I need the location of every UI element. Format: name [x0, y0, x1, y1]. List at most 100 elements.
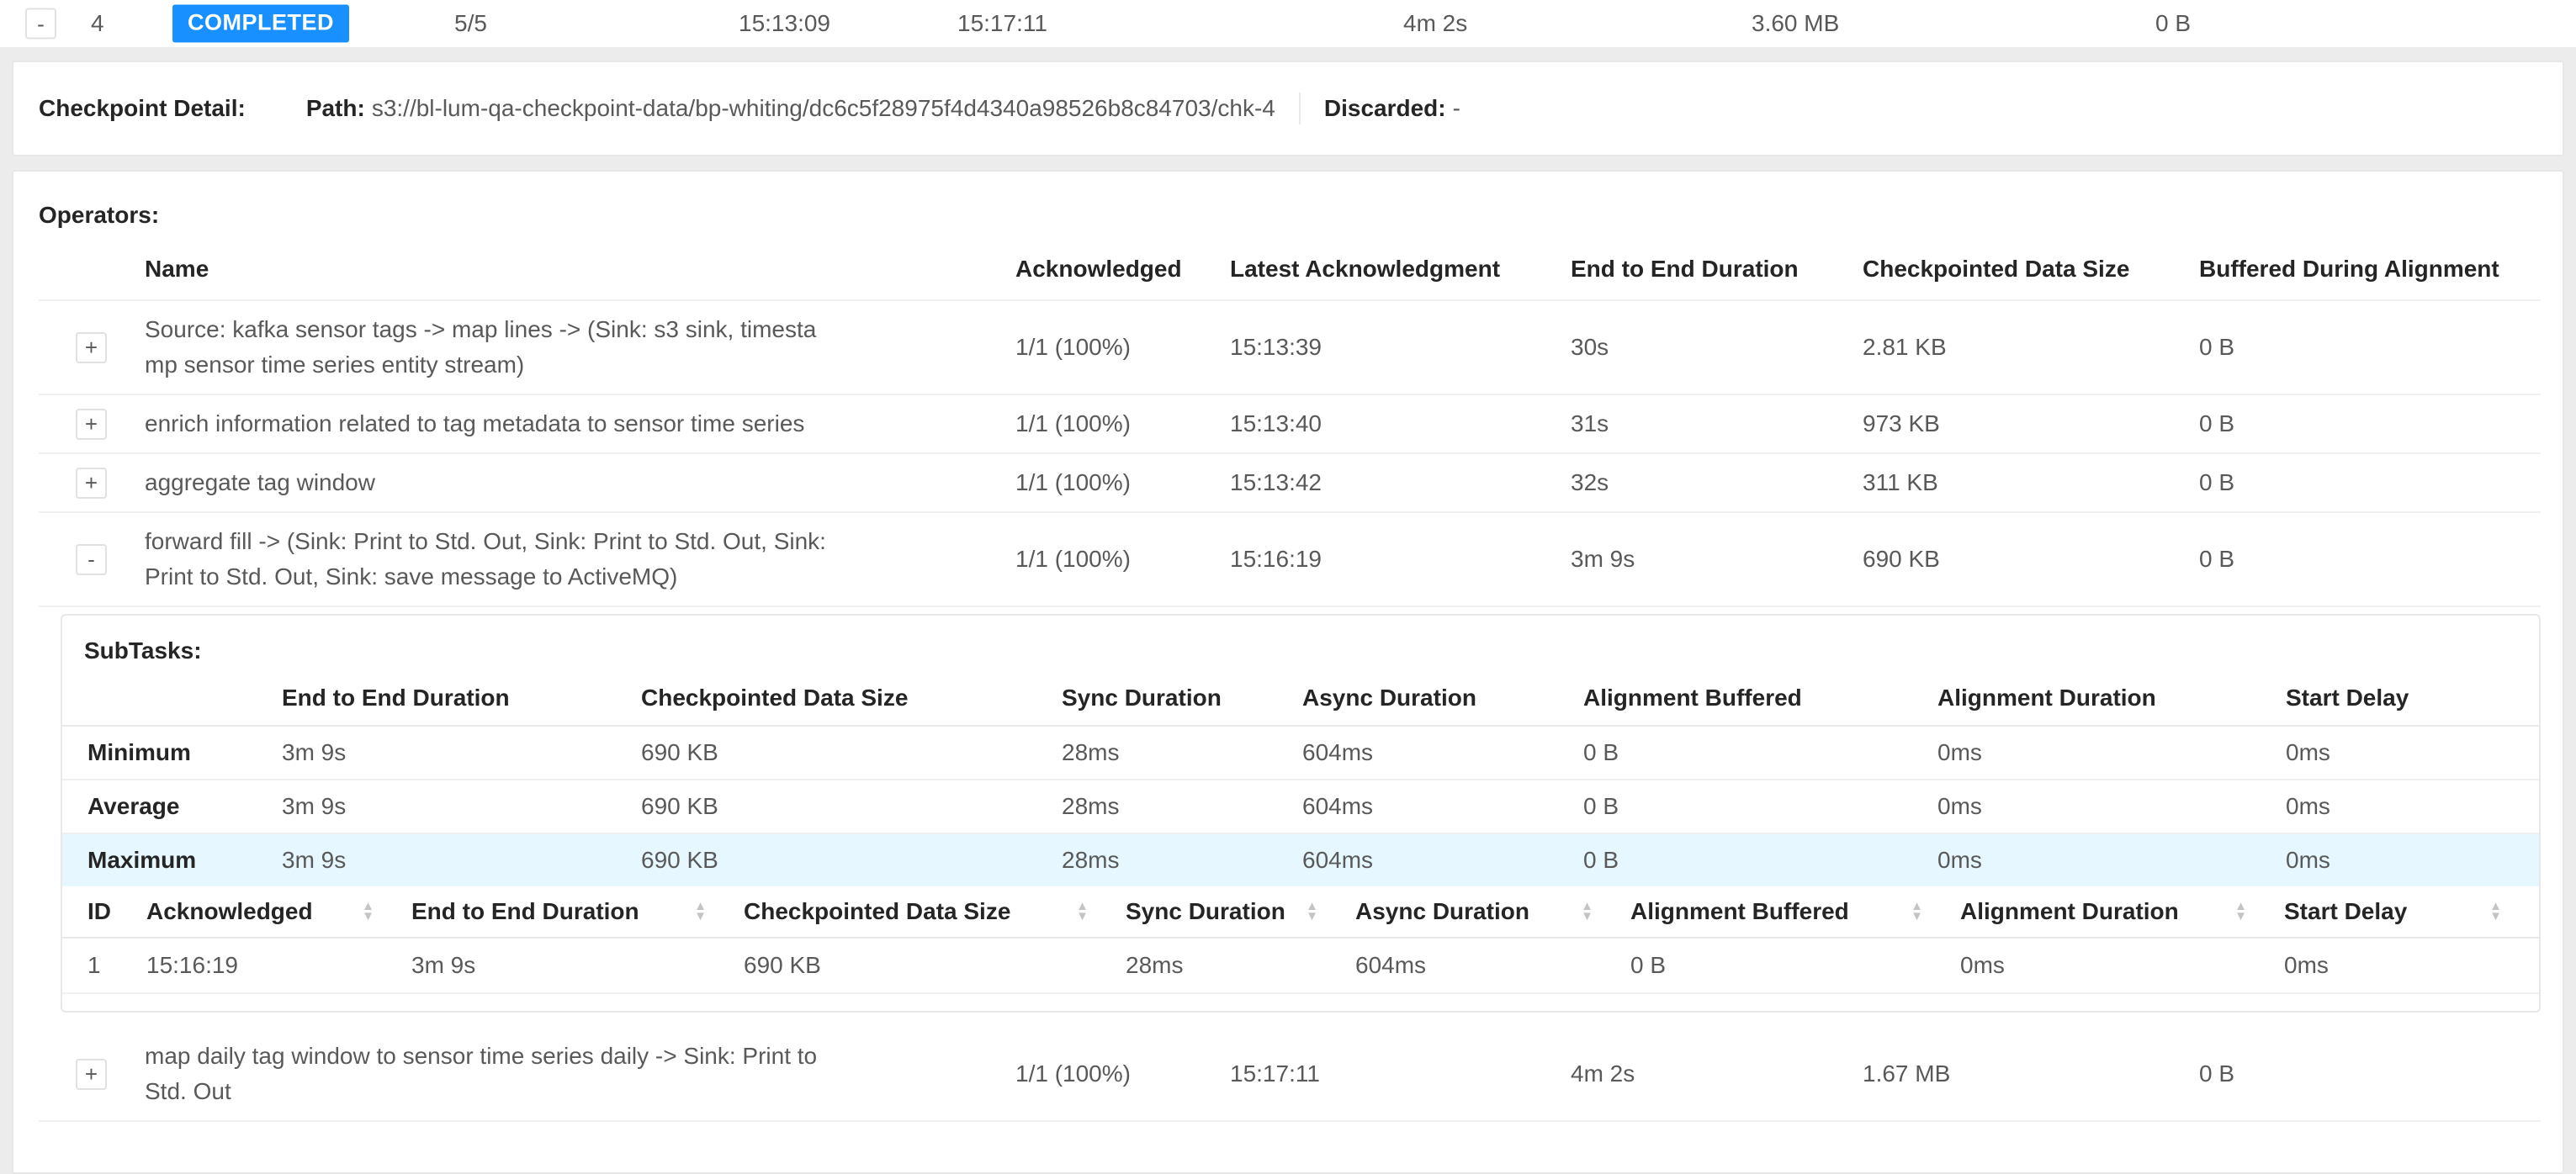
subtask-acknowledged: 15:16:19 — [146, 938, 411, 993]
operator-latest-acknowledgment: 15:17:11 — [1230, 1028, 1571, 1121]
operator-end-to-end-duration: 4m 2s — [1571, 1028, 1863, 1121]
operator-row: + Source: kafka sensor tags -> map lines… — [39, 300, 2541, 394]
stats-header-checkpointed-data-size: Checkpointed Data Size — [641, 671, 1062, 726]
stats-header-blank — [62, 671, 282, 726]
sort-icon[interactable]: ▲▼ — [1076, 902, 1089, 922]
subtasks-title: SubTasks: — [84, 637, 2539, 664]
operator-name: aggregate tag window — [145, 453, 1015, 512]
operator-end-to-end-duration: 31s — [1571, 394, 1863, 453]
checkpoint-detail-title: Checkpoint Detail: — [39, 95, 246, 122]
summary-latest-acknowledgment: 15:17:11 — [957, 10, 1047, 37]
operator-latest-acknowledgment: 15:13:40 — [1230, 394, 1571, 453]
caret-down-icon: ▼ — [2489, 912, 2502, 922]
collapse-row-button-wrap: - — [25, 8, 56, 40]
operator-buffered-during-alignment: 0 B — [2199, 300, 2541, 394]
operators-header-buffered-during-alignment: Buffered During Alignment — [2199, 247, 2541, 300]
sort-icon[interactable]: ▲▼ — [1306, 902, 1318, 922]
subtasks-header-alignment-duration[interactable]: Alignment Duration▲▼ — [1960, 886, 2284, 938]
operator-buffered-during-alignment: 0 B — [2199, 394, 2541, 453]
status-badge-wrap: COMPLETED — [172, 5, 349, 43]
operator-checkpointed-data-size: 1.67 MB — [1863, 1028, 2199, 1121]
operators-header-expand — [39, 247, 145, 300]
stats-row-maximum: Maximum 3m 9s 690 KB 28ms 604ms 0 B 0ms … — [62, 833, 2539, 886]
stats-checkpointed-data-size: 690 KB — [641, 833, 1062, 886]
subtasks-panel: SubTasks: End to End Duration Check — [61, 614, 2541, 1013]
sort-icon[interactable]: ▲▼ — [362, 902, 374, 922]
operators-header-acknowledged: Acknowledged — [1015, 247, 1230, 300]
operator-acknowledged: 1/1 (100%) — [1015, 300, 1230, 394]
subtasks-header-checkpointed-data-size[interactable]: Checkpointed Data Size▲▼ — [744, 886, 1126, 938]
operators-header-end-to-end-duration: End to End Duration — [1571, 247, 1863, 300]
operator-name: Source: kafka sensor tags -> map lines -… — [145, 300, 1015, 394]
caret-down-icon: ▼ — [362, 912, 374, 922]
subtask-end-to-end-duration: 3m 9s — [411, 938, 744, 993]
operator-acknowledged: 1/1 (100%) — [1015, 1028, 1230, 1121]
stats-header-row: End to End Duration Checkpointed Data Si… — [62, 671, 2539, 726]
operators-header-checkpointed-data-size: Checkpointed Data Size — [1863, 247, 2199, 300]
subtasks-header-row: ID Acknowledged▲▼ End to End Duration▲▼ … — [62, 886, 2539, 938]
checkpoint-discarded: Discarded:- — [1324, 95, 1460, 122]
operator-expand-cell: + — [39, 453, 145, 512]
sort-icon[interactable]: ▲▼ — [1581, 902, 1593, 922]
stats-alignment-buffered: 0 B — [1583, 726, 1937, 780]
sort-icon[interactable]: ▲▼ — [694, 902, 707, 922]
subtasks-header-acknowledged[interactable]: Acknowledged▲▼ — [146, 886, 411, 938]
subtask-row: 1 15:16:19 3m 9s 690 KB 28ms 604ms 0 B 0… — [62, 938, 2539, 993]
subtask-alignment-buffered: 0 B — [1630, 938, 1960, 993]
subtasks-panel-cell: SubTasks: End to End Duration Check — [39, 606, 2541, 1028]
caret-down-icon: ▼ — [1076, 912, 1089, 922]
expand-operator-button[interactable]: + — [76, 409, 107, 440]
stats-async-duration: 604ms — [1302, 726, 1583, 780]
operators-header-name: Name — [145, 247, 1015, 300]
stats-start-delay: 0ms — [2286, 726, 2539, 780]
operator-name: forward fill -> (Sink: Print to Std. Out… — [145, 512, 1015, 606]
subtasks-header-start-delay[interactable]: Start Delay▲▼ — [2284, 886, 2539, 938]
stats-sync-duration: 28ms — [1062, 833, 1302, 886]
caret-down-icon: ▼ — [1581, 912, 1593, 922]
operator-acknowledged: 1/1 (100%) — [1015, 394, 1230, 453]
subtasks-header-id: ID — [62, 886, 146, 938]
collapse-operator-button[interactable]: - — [76, 544, 107, 575]
checkpoint-detail-card: Checkpoint Detail: Path: s3://bl-lum-qa-c… — [12, 61, 2564, 156]
operator-acknowledged: 1/1 (100%) — [1015, 512, 1230, 606]
caret-down-icon: ▼ — [2234, 912, 2247, 922]
stats-end-to-end-duration: 3m 9s — [282, 726, 641, 780]
stats-header-alignment-duration: Alignment Duration — [1937, 671, 2286, 726]
subtasks-header-end-to-end-duration[interactable]: End to End Duration▲▼ — [411, 886, 744, 938]
subtasks-header-alignment-buffered[interactable]: Alignment Buffered▲▼ — [1630, 886, 1960, 938]
operator-buffered-during-alignment: 0 B — [2199, 1028, 2541, 1121]
operator-checkpointed-data-size: 311 KB — [1863, 453, 2199, 512]
stats-start-delay: 0ms — [2286, 833, 2539, 886]
subtasks-header-sync-duration[interactable]: Sync Duration▲▼ — [1126, 886, 1355, 938]
expand-operator-button[interactable]: + — [76, 332, 107, 363]
expand-operator-button[interactable]: + — [76, 1059, 107, 1090]
subtask-id: 1 — [62, 938, 146, 993]
sort-icon[interactable]: ▲▼ — [2234, 902, 2247, 922]
operators-header-row: Name Acknowledged Latest Acknowledgment … — [39, 247, 2541, 300]
operator-end-to-end-duration: 3m 9s — [1571, 512, 1863, 606]
subtasks-header-async-duration[interactable]: Async Duration▲▼ — [1355, 886, 1630, 938]
operator-name: map daily tag window to sensor time seri… — [145, 1028, 1015, 1121]
path-value: s3://bl-lum-qa-checkpoint-data/bp-whitin… — [372, 95, 1275, 121]
stats-checkpointed-data-size: 690 KB — [641, 780, 1062, 833]
stats-label: Minimum — [62, 726, 282, 780]
sort-icon[interactable]: ▲▼ — [2489, 902, 2502, 922]
summary-trigger-time: 15:13:09 — [739, 10, 830, 37]
stats-alignment-buffered: 0 B — [1583, 780, 1937, 833]
stats-label: Maximum — [62, 833, 282, 886]
stats-row-average: Average 3m 9s 690 KB 28ms 604ms 0 B 0ms … — [62, 780, 2539, 833]
stats-alignment-duration: 0ms — [1937, 780, 2286, 833]
stats-end-to-end-duration: 3m 9s — [282, 833, 641, 886]
stats-header-async-duration: Async Duration — [1302, 671, 1583, 726]
subtask-async-duration: 604ms — [1355, 938, 1630, 993]
operator-name: enrich information related to tag metada… — [145, 394, 1015, 453]
subtask-alignment-duration: 0ms — [1960, 938, 2284, 993]
path-label: Path: — [306, 95, 365, 121]
stats-checkpointed-data-size: 690 KB — [641, 726, 1062, 780]
collapse-row-button[interactable]: - — [25, 8, 56, 40]
summary-end-to-end-duration: 4m 2s — [1403, 10, 1467, 37]
operator-checkpointed-data-size: 690 KB — [1863, 512, 2199, 606]
sort-icon[interactable]: ▲▼ — [1911, 902, 1923, 922]
expand-operator-button[interactable]: + — [76, 468, 107, 499]
operator-latest-acknowledgment: 15:13:42 — [1230, 453, 1571, 512]
